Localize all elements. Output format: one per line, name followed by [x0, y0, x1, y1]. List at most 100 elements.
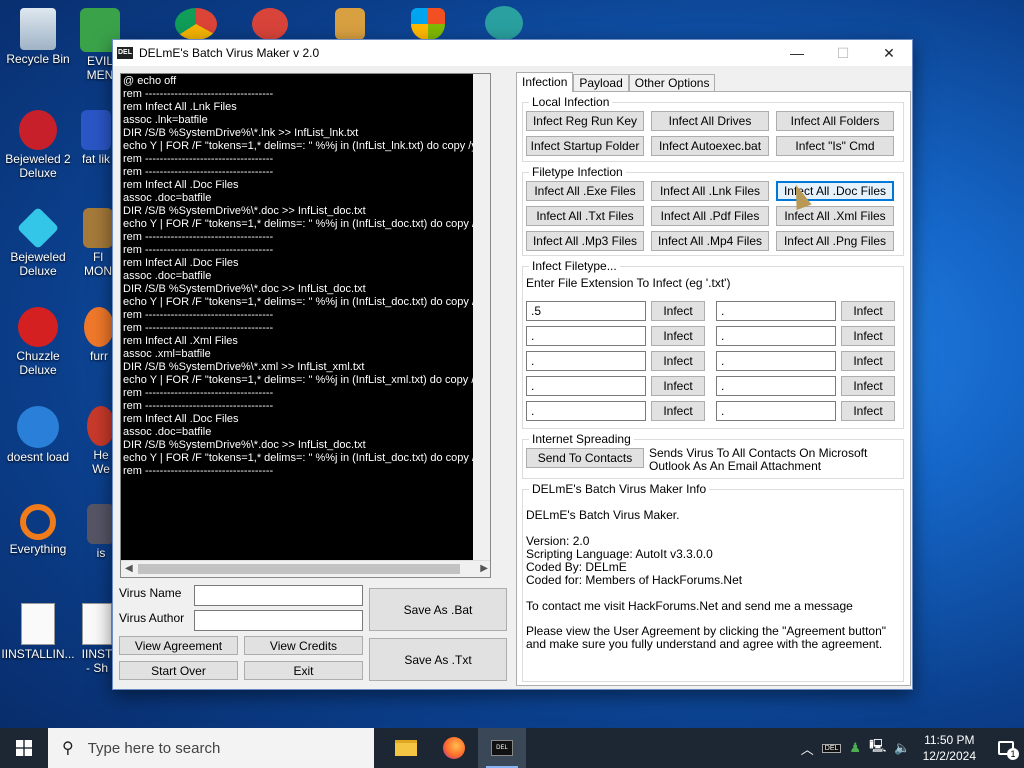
- del-tray-icon[interactable]: DEL: [821, 743, 842, 753]
- infect-all-drives-button[interactable]: Infect All Drives: [651, 111, 769, 131]
- infect-extension-button[interactable]: Infect: [841, 401, 895, 421]
- extension-input[interactable]: [716, 301, 836, 321]
- virus-name-input[interactable]: [194, 585, 363, 606]
- desktop-icon-label: Recycle Bin: [6, 52, 70, 66]
- user-icon[interactable]: ♟: [849, 740, 861, 756]
- infect-mp4-button[interactable]: Infect All .Mp4 Files: [651, 231, 769, 251]
- script-line: rem Infect All .Xml Files: [123, 335, 238, 347]
- desktop-icon-bejeweled[interactable]: Bejeweled Deluxe: [0, 206, 76, 278]
- script-line: rem -----------------------------------: [123, 231, 274, 243]
- title-bar[interactable]: DEL DELmE's Batch Virus Maker v 2.0 — ☐ …: [113, 40, 912, 66]
- extension-input[interactable]: [716, 351, 836, 371]
- desktop-icon-winrar[interactable]: [326, 8, 374, 42]
- desktop-icon-doesnt-load[interactable]: doesnt load: [0, 406, 76, 464]
- view-agreement-button[interactable]: View Agreement: [119, 636, 238, 655]
- extension-input[interactable]: [716, 401, 836, 421]
- infect-extension-button[interactable]: Infect: [651, 326, 705, 346]
- virus-author-input[interactable]: [194, 610, 363, 631]
- infect-extension-button[interactable]: Infect: [841, 326, 895, 346]
- infect-extension-button[interactable]: Infect: [651, 301, 705, 321]
- desktop-icon-installing[interactable]: IINSTALLIN...: [0, 603, 76, 661]
- desktop-icon-recycle-bin[interactable]: Recycle Bin: [0, 8, 76, 66]
- infect-extension-button[interactable]: Infect: [651, 376, 705, 396]
- game-icon: [252, 8, 288, 40]
- save-as-bat-button[interactable]: Save As .Bat: [369, 588, 507, 631]
- scrollbar-thumb[interactable]: [138, 564, 460, 574]
- extension-input[interactable]: [526, 351, 646, 371]
- desktop-icon-everything[interactable]: Everything: [0, 504, 76, 556]
- script-line: rem -----------------------------------: [123, 387, 274, 399]
- extension-input[interactable]: [526, 301, 646, 321]
- start-button[interactable]: [0, 728, 48, 768]
- infect-extension-button[interactable]: Infect: [841, 301, 895, 321]
- taskbar-batch-virus-maker[interactable]: DEL: [478, 728, 526, 768]
- horizontal-scrollbar[interactable]: ◀ ▶: [121, 560, 490, 577]
- desktop-icon-character[interactable]: [480, 6, 528, 42]
- view-credits-button[interactable]: View Credits: [244, 636, 363, 655]
- batch-virus-maker-window[interactable]: DEL DELmE's Batch Virus Maker v 2.0 — ☐ …: [112, 39, 913, 690]
- vertical-scrollbar[interactable]: [473, 74, 490, 561]
- extension-input[interactable]: [526, 326, 646, 346]
- infect-txt-button[interactable]: Infect All .Txt Files: [526, 206, 644, 226]
- extension-input[interactable]: [526, 401, 646, 421]
- infect-mp3-button[interactable]: Infect All .Mp3 Files: [526, 231, 644, 251]
- extension-input[interactable]: [716, 376, 836, 396]
- taskbar-file-explorer[interactable]: [382, 728, 430, 768]
- close-button[interactable]: ✕: [866, 40, 912, 66]
- script-line: DIR /S/B %SystemDrive%\*.doc >> InfList_…: [123, 283, 366, 295]
- clock[interactable]: 11:50 PM 12/2/2024: [923, 732, 976, 764]
- infect-png-button[interactable]: Infect All .Png Files: [776, 231, 894, 251]
- tab-other-options[interactable]: Other Options: [628, 74, 716, 92]
- scroll-left-icon[interactable]: ◀: [125, 563, 133, 574]
- bejeweled2-icon: [19, 110, 57, 150]
- infect-lnk-button[interactable]: Infect All .Lnk Files: [651, 181, 769, 201]
- maximize-button[interactable]: ☐: [820, 40, 866, 66]
- infect-extension-button[interactable]: Infect: [651, 351, 705, 371]
- firefox-icon: [84, 307, 114, 347]
- archive-icon: [335, 8, 365, 40]
- infect-autoexec-button[interactable]: Infect Autoexec.bat: [651, 136, 769, 156]
- desktop-icon-chrome[interactable]: [172, 8, 220, 42]
- infect-extension-button[interactable]: Infect: [841, 376, 895, 396]
- app-icon: [81, 110, 111, 150]
- infect-is-cmd-button[interactable]: Infect "Is" Cmd: [776, 136, 894, 156]
- infect-pdf-button[interactable]: Infect All .Pdf Files: [651, 206, 769, 226]
- network-icon[interactable]: 🖳: [869, 737, 886, 759]
- script-text[interactable]: @ echo off rem --------------------------…: [121, 74, 490, 560]
- tab-infection[interactable]: Infection: [516, 72, 574, 92]
- notification-button[interactable]: 1: [988, 728, 1024, 768]
- desktop-icon-shield[interactable]: [404, 8, 452, 42]
- infect-exe-button[interactable]: Infect All .Exe Files: [526, 181, 644, 201]
- extension-input[interactable]: [716, 326, 836, 346]
- infect-extension-button[interactable]: Infect: [651, 401, 705, 421]
- taskbar-search-box[interactable]: ⚲ Type here to search: [48, 728, 374, 768]
- app-icon: [83, 208, 113, 248]
- desktop-icon-furr[interactable]: furr: [82, 307, 116, 363]
- minimize-button[interactable]: —: [774, 40, 820, 66]
- tab-payload[interactable]: Payload: [573, 74, 629, 92]
- volume-icon[interactable]: 🔈: [894, 740, 910, 756]
- desktop-icon-inst-sh[interactable]: IINST - Sh: [80, 603, 114, 675]
- save-as-txt-button[interactable]: Save As .Txt: [369, 638, 507, 681]
- start-over-button[interactable]: Start Over: [119, 661, 238, 680]
- chevron-up-icon[interactable]: ︿: [801, 739, 814, 758]
- infect-extension-button[interactable]: Infect: [841, 351, 895, 371]
- virus-author-label: Virus Author: [119, 611, 185, 625]
- send-to-contacts-button[interactable]: Send To Contacts: [526, 448, 644, 468]
- infect-all-folders-button[interactable]: Infect All Folders: [776, 111, 894, 131]
- exit-button[interactable]: Exit: [244, 661, 363, 680]
- infect-xml-button[interactable]: Infect All .Xml Files: [776, 206, 894, 226]
- extension-input[interactable]: [526, 376, 646, 396]
- scroll-right-icon[interactable]: ▶: [480, 563, 488, 574]
- infect-startup-folder-button[interactable]: Infect Startup Folder: [526, 136, 644, 156]
- infect-reg-run-key-button[interactable]: Infect Reg Run Key: [526, 111, 644, 131]
- filetype-infection-group: Filetype Infection Infect All .Exe Files…: [522, 165, 904, 256]
- desktop-icon-chuzzle[interactable]: Chuzzle Deluxe: [0, 307, 76, 377]
- desktop-icon-fat[interactable]: fat lik: [76, 110, 116, 166]
- script-editor[interactable]: @ echo off rem --------------------------…: [120, 73, 491, 578]
- taskbar-firefox[interactable]: [430, 728, 478, 768]
- desktop-icon-bejeweled2[interactable]: Bejeweled 2 Deluxe: [0, 110, 76, 180]
- desktop-icon-game[interactable]: [246, 8, 294, 42]
- desktop-icon-label: Everything: [9, 542, 67, 556]
- script-line: rem Infect All .Doc Files: [123, 179, 239, 191]
